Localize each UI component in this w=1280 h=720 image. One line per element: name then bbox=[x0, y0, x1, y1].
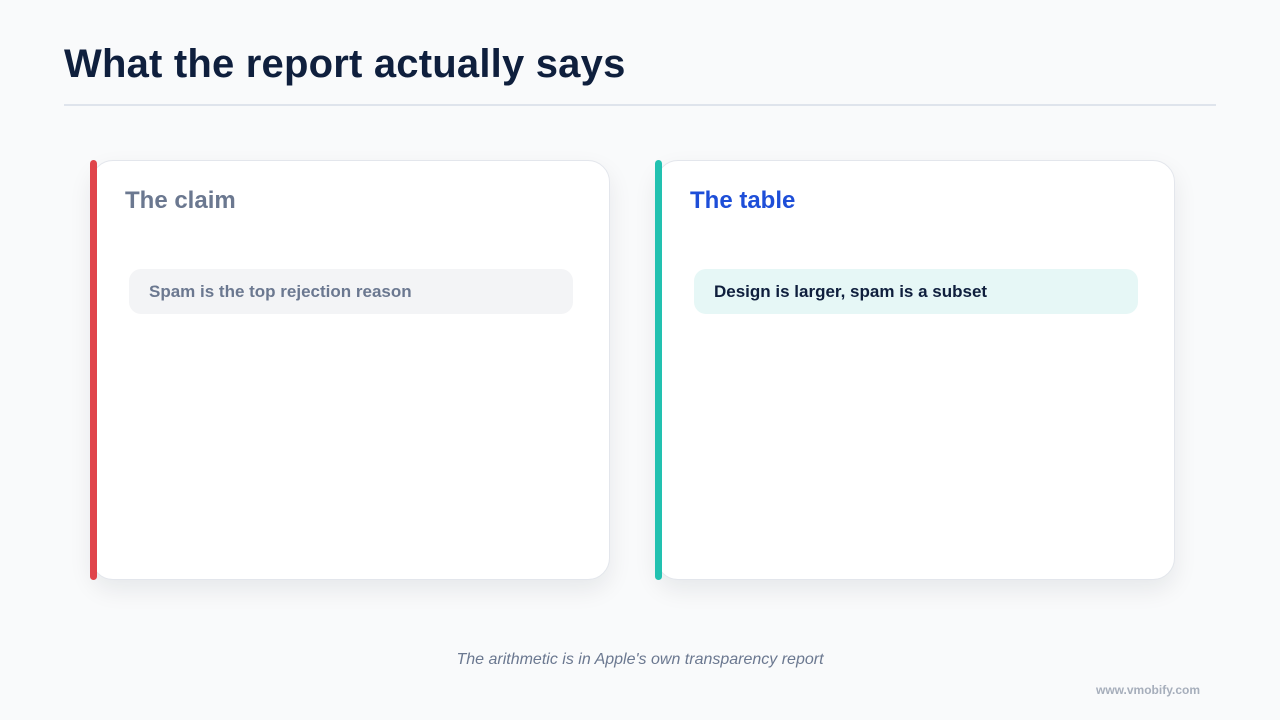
table-card: The table Design is larger, spam is a su… bbox=[656, 160, 1175, 580]
table-card-pill: Design is larger, spam is a subset bbox=[694, 269, 1138, 314]
brand-watermark: www.vmobify.com bbox=[1095, 683, 1200, 697]
table-card-heading: The table bbox=[690, 187, 796, 214]
slide-title: What the report actually says bbox=[64, 42, 626, 86]
table-accent-bar bbox=[655, 160, 662, 580]
claim-card-pill: Spam is the top rejection reason bbox=[129, 269, 573, 314]
title-divider bbox=[64, 104, 1216, 106]
claim-card: The claim Spam is the top rejection reas… bbox=[91, 160, 610, 580]
claim-card-heading: The claim bbox=[125, 187, 236, 214]
slide-caption: The arithmetic is in Apple's own transpa… bbox=[456, 651, 824, 668]
claim-accent-bar bbox=[90, 160, 97, 580]
slide: What the report actually says The claim … bbox=[0, 0, 1280, 720]
